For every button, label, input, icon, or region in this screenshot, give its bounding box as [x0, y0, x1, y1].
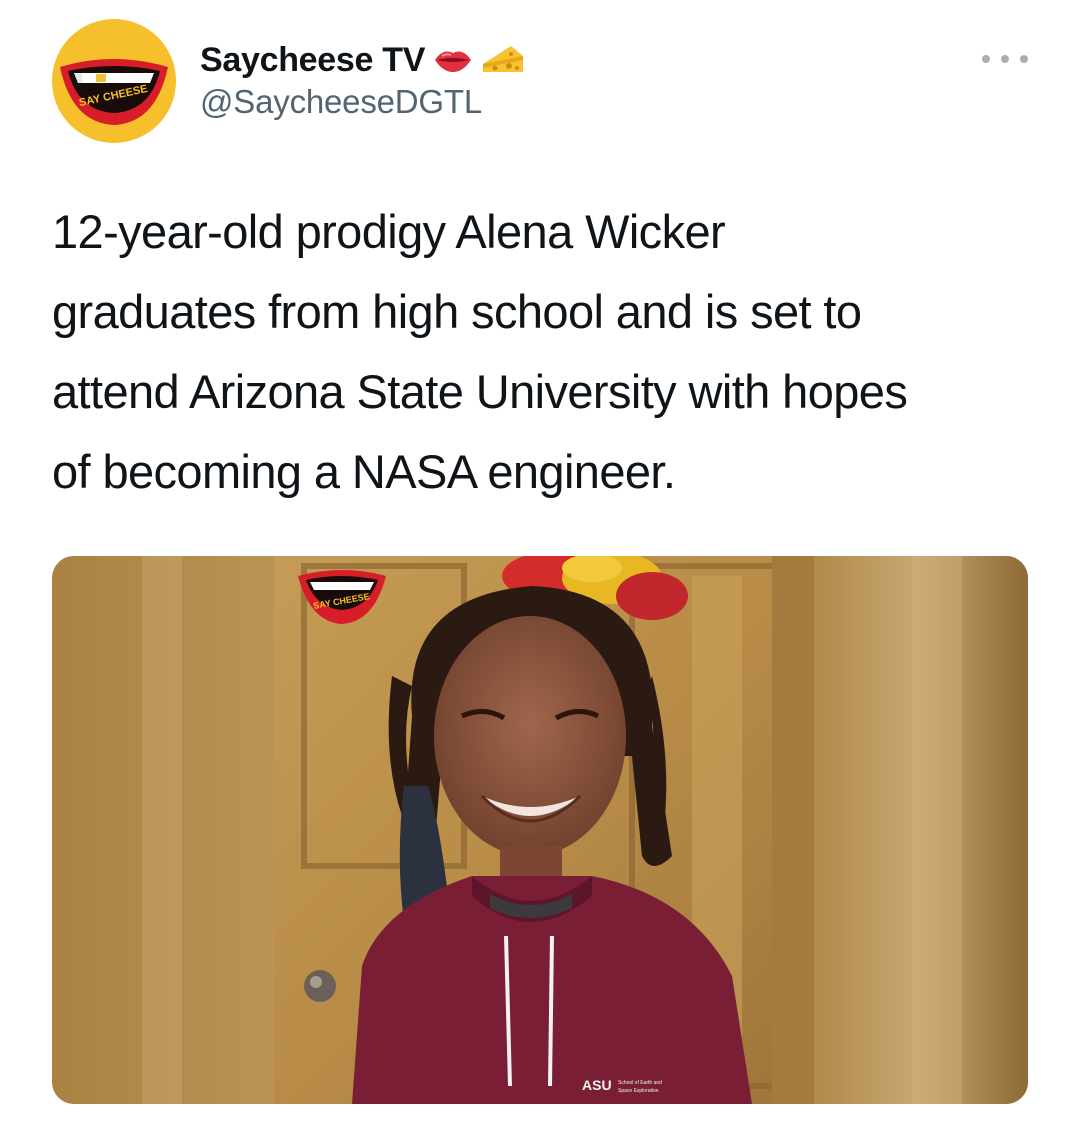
- tweet-text-line: of becoming a NASA engineer.: [52, 445, 676, 498]
- shirt-text-line1: School of Earth and: [618, 1080, 662, 1086]
- tweet-photo[interactable]: SAY CHEESE ASU School of Earth and Space…: [52, 556, 1028, 1104]
- shirt-text-line2: Space Exploration: [618, 1088, 659, 1094]
- photo-image: SAY CHEESE ASU School of Earth and Space…: [52, 556, 1028, 1104]
- account-handle[interactable]: @SaycheeseDGTL: [200, 83, 482, 121]
- more-dot-icon: [1020, 55, 1028, 63]
- tweet-card: SAY CHEESE Saycheese TV @SaycheeseDGTL 1…: [0, 0, 1080, 1130]
- name-row: Saycheese TV: [200, 38, 525, 82]
- cheese-emoji-icon: [481, 42, 525, 78]
- tweet-text: 12-year-old prodigy Alena Wicker graduat…: [52, 192, 1042, 512]
- tweet-text-line: attend Arizona State University with hop…: [52, 365, 908, 418]
- more-dot-icon: [982, 55, 990, 63]
- say-cheese-logo-icon: SAY CHEESE: [52, 19, 176, 143]
- lips-emoji-icon: [433, 45, 473, 75]
- more-options-button[interactable]: [982, 49, 1028, 69]
- tweet-text-line: 12-year-old prodigy Alena Wicker: [52, 205, 726, 258]
- tweet-text-line: graduates from high school and is set to: [52, 285, 862, 338]
- more-dot-icon: [1001, 55, 1009, 63]
- shirt-logo-text: ASU: [582, 1077, 612, 1093]
- profile-avatar[interactable]: SAY CHEESE: [52, 19, 176, 143]
- display-name[interactable]: Saycheese TV: [200, 41, 425, 80]
